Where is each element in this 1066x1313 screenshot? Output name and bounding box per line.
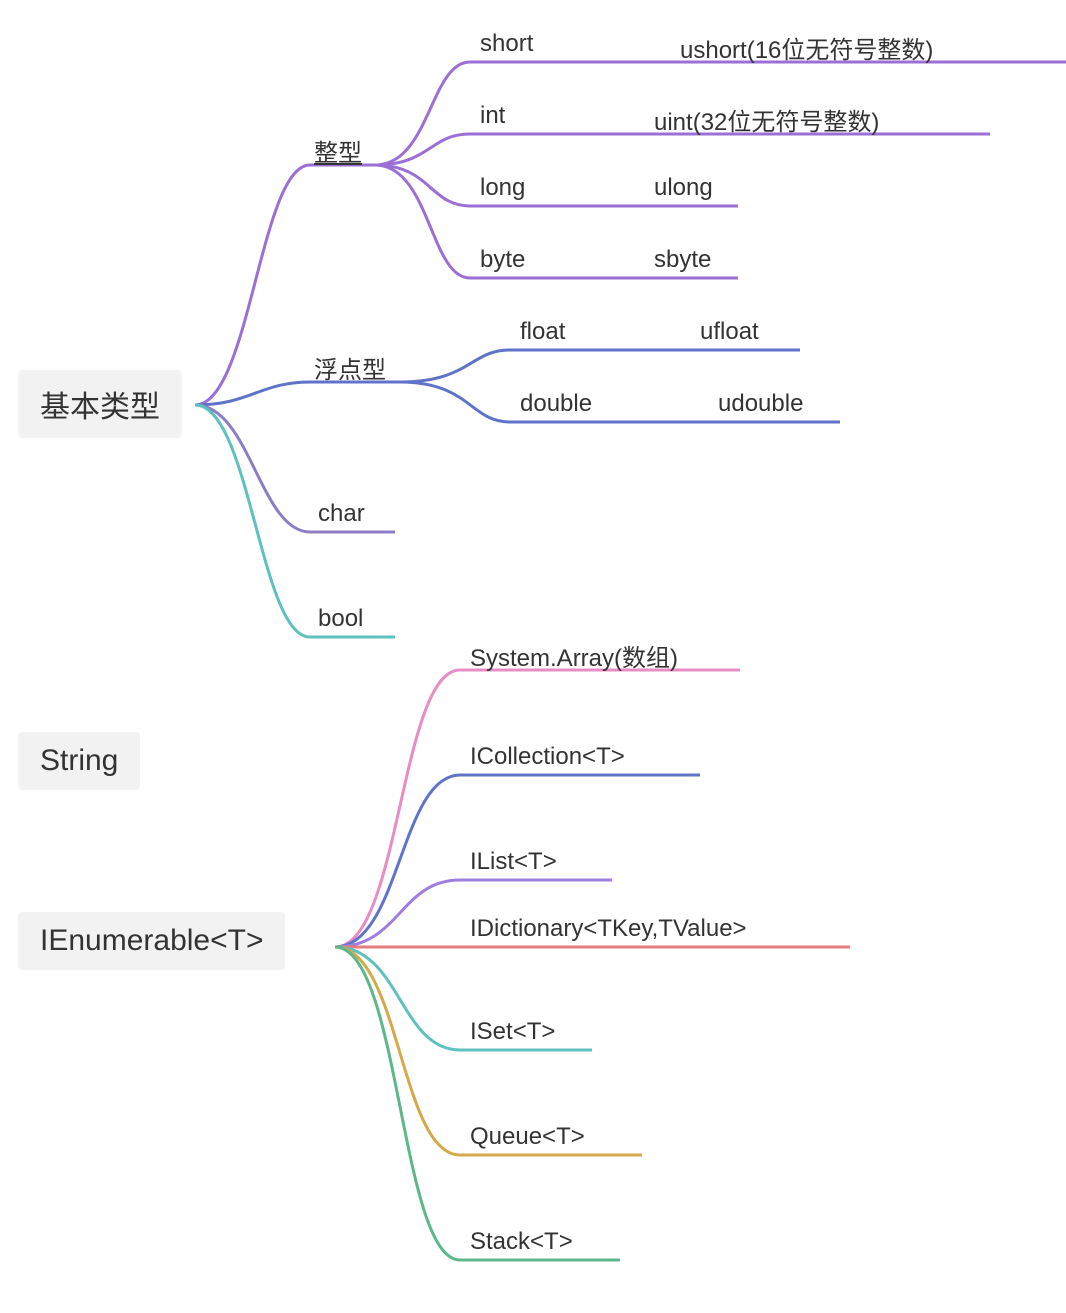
- node-long[interactable]: long: [480, 174, 525, 202]
- node-ulong[interactable]: ulong: [654, 174, 713, 202]
- root-ienumerable[interactable]: IEnumerable<T>: [18, 912, 285, 970]
- node-double[interactable]: double: [520, 390, 592, 418]
- node-queue[interactable]: Queue<T>: [470, 1123, 585, 1151]
- node-icollection[interactable]: ICollection<T>: [470, 743, 625, 771]
- node-ilist[interactable]: IList<T>: [470, 848, 557, 876]
- node-udouble[interactable]: udouble: [718, 390, 803, 418]
- node-integer[interactable]: 整型: [314, 133, 362, 168]
- node-bool[interactable]: bool: [318, 605, 363, 633]
- node-iset[interactable]: ISet<T>: [470, 1018, 555, 1046]
- node-array[interactable]: System.Array(数组): [470, 638, 678, 673]
- node-ushort[interactable]: ushort(16位无符号整数): [680, 30, 933, 65]
- node-ufloat[interactable]: ufloat: [700, 318, 759, 346]
- node-byte[interactable]: byte: [480, 246, 525, 274]
- node-float-type[interactable]: 浮点型: [314, 350, 386, 385]
- root-basic-type[interactable]: 基本类型: [18, 370, 182, 438]
- node-uint[interactable]: uint(32位无符号整数): [654, 102, 879, 137]
- node-float[interactable]: float: [520, 318, 565, 346]
- node-sbyte[interactable]: sbyte: [654, 246, 711, 274]
- root-string[interactable]: String: [18, 732, 140, 790]
- node-stack[interactable]: Stack<T>: [470, 1228, 573, 1256]
- node-int[interactable]: int: [480, 102, 505, 130]
- node-char[interactable]: char: [318, 500, 365, 528]
- node-idictionary[interactable]: IDictionary<TKey,TValue>: [470, 915, 747, 943]
- node-short[interactable]: short: [480, 30, 533, 58]
